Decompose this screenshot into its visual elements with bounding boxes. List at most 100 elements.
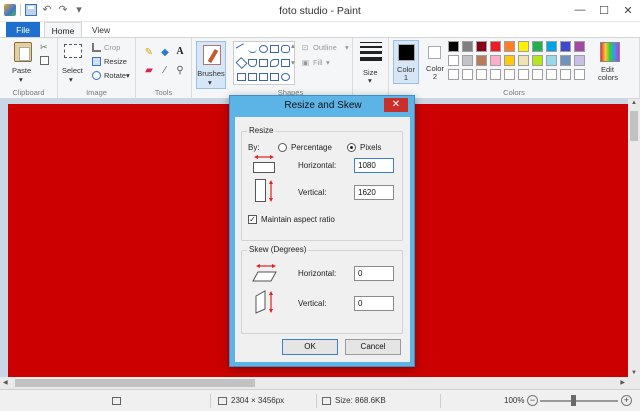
minimize-button[interactable]: — (568, 0, 592, 20)
fill-button[interactable]: Fill (313, 58, 323, 67)
palette-swatch[interactable] (490, 55, 501, 66)
tab-home[interactable]: Home (44, 22, 82, 38)
rotate-button[interactable]: Rotate (104, 71, 126, 80)
zoom-slider-thumb[interactable] (571, 395, 576, 406)
palette-swatch[interactable] (490, 41, 501, 52)
percentage-label[interactable]: Percentage (291, 143, 332, 152)
eraser-icon[interactable]: ▰ (144, 66, 154, 76)
color2-button[interactable]: Color 2 (423, 40, 447, 84)
resize-icon[interactable] (92, 57, 101, 66)
polygon-shape-icon[interactable] (248, 59, 257, 67)
palette-swatch[interactable] (574, 69, 585, 80)
chevron-down-icon[interactable]: ▾ (345, 43, 349, 52)
crop-button[interactable]: Crop (104, 43, 120, 52)
resize-button[interactable]: Resize (104, 57, 127, 66)
curve-shape-icon[interactable] (248, 45, 257, 53)
skew-vertical-input[interactable]: 0 (354, 296, 394, 311)
scroll-right-icon[interactable]: ▶ (620, 377, 625, 389)
chevron-down-icon[interactable]: ▾ (368, 76, 372, 85)
palette-swatch[interactable] (448, 69, 459, 80)
rotate-icon[interactable] (92, 71, 101, 80)
palette-swatch[interactable] (574, 41, 585, 52)
shapes-gallery[interactable] (233, 41, 295, 85)
zoom-in-button[interactable]: + (621, 395, 632, 406)
pentagon-shape-icon[interactable] (281, 59, 290, 67)
ok-button[interactable]: OK (282, 339, 338, 355)
palette-swatch[interactable] (462, 41, 473, 52)
arrow-up-shape-icon[interactable] (259, 73, 268, 81)
shapes-scroll-icon[interactable]: ▴ (291, 41, 295, 50)
select-icon[interactable] (64, 44, 82, 58)
palette-swatch[interactable] (546, 55, 557, 66)
fill-bucket-icon[interactable]: ◆ (160, 48, 170, 58)
vertical-scrollbar[interactable]: ▲ ▼ (628, 99, 640, 377)
palette-swatch[interactable] (476, 69, 487, 80)
crop-icon[interactable] (92, 43, 101, 52)
arrow-shape-icon[interactable] (237, 73, 246, 81)
copy-icon[interactable] (40, 56, 49, 65)
paste-icon[interactable] (14, 42, 32, 62)
palette-swatch[interactable] (560, 41, 571, 52)
magnifier-icon[interactable]: ⚲ (175, 66, 185, 76)
palette-swatch[interactable] (560, 55, 571, 66)
palette-swatch[interactable] (448, 41, 459, 52)
tab-file[interactable]: File (6, 22, 40, 38)
close-button[interactable]: ✕ (616, 0, 640, 20)
brushes-button[interactable]: Brushes ▾ (196, 41, 226, 89)
horizontal-scrollbar[interactable]: ◀ ▶ (0, 377, 628, 389)
palette-swatch[interactable] (504, 55, 515, 66)
palette-swatch[interactable] (448, 55, 459, 66)
tab-view[interactable]: View (84, 22, 118, 38)
star-shape-icon[interactable] (281, 73, 290, 81)
chevron-down-icon[interactable]: ▾ (69, 75, 73, 84)
diamond-shape-icon[interactable] (235, 56, 248, 70)
cut-icon[interactable]: ✂ (40, 43, 49, 52)
palette-swatch[interactable] (462, 69, 473, 80)
pencil-icon[interactable]: ✎ (144, 48, 154, 58)
palette-swatch[interactable] (560, 69, 571, 80)
palette-swatch[interactable] (476, 55, 487, 66)
size-icon[interactable] (360, 42, 382, 64)
zoom-slider[interactable] (540, 400, 618, 402)
scroll-left-icon[interactable]: ◀ (3, 377, 8, 389)
arrow-left-shape-icon[interactable] (248, 73, 257, 81)
paste-button[interactable]: Paste (12, 66, 31, 75)
pixels-label[interactable]: Pixels (360, 143, 381, 152)
palette-swatch[interactable] (518, 69, 529, 80)
chevron-down-icon[interactable]: ▾ (126, 71, 130, 80)
palette-swatch[interactable] (574, 55, 585, 66)
palette-swatch[interactable] (504, 69, 515, 80)
palette-swatch[interactable] (532, 55, 543, 66)
scroll-up-icon[interactable]: ▲ (628, 100, 640, 106)
dialog-close-button[interactable]: ✕ (384, 98, 408, 112)
rounded-rectangle-shape-icon[interactable] (281, 45, 290, 53)
maintain-aspect-checkbox[interactable]: ✓ (248, 215, 257, 224)
triangle-shape-icon[interactable] (259, 59, 268, 67)
scroll-down-icon[interactable]: ▼ (628, 370, 640, 376)
oval-shape-icon[interactable] (259, 45, 268, 53)
maximize-button[interactable]: ☐ (592, 0, 616, 20)
palette-swatch[interactable] (546, 41, 557, 52)
percentage-radio[interactable] (278, 143, 287, 152)
rectangle-shape-icon[interactable] (270, 45, 279, 53)
zoom-out-button[interactable]: − (527, 395, 538, 406)
text-tool-icon[interactable]: A (175, 47, 185, 57)
skew-horizontal-input[interactable]: 0 (354, 266, 394, 281)
palette-swatch[interactable] (462, 55, 473, 66)
edit-colors-icon[interactable] (600, 42, 620, 62)
palette-swatch[interactable] (546, 69, 557, 80)
maintain-aspect-label[interactable]: Maintain aspect ratio (261, 215, 335, 224)
palette-swatch[interactable] (518, 55, 529, 66)
vertical-scroll-thumb[interactable] (630, 111, 638, 141)
palette-swatch[interactable] (476, 41, 487, 52)
palette-swatch[interactable] (490, 69, 501, 80)
hexagon-shape-icon[interactable] (270, 59, 279, 67)
shapes-scroll-icon[interactable]: ▾ (291, 58, 295, 67)
chevron-down-icon[interactable]: ▾ (19, 75, 23, 84)
edit-colors-label[interactable]: colors (598, 73, 618, 82)
select-button[interactable]: Select (62, 66, 83, 75)
cancel-button[interactable]: Cancel (345, 339, 401, 355)
arrow-down-shape-icon[interactable] (270, 73, 279, 81)
fill-icon[interactable]: ▣ (302, 58, 309, 67)
color1-button[interactable]: Color 1 (393, 40, 419, 84)
